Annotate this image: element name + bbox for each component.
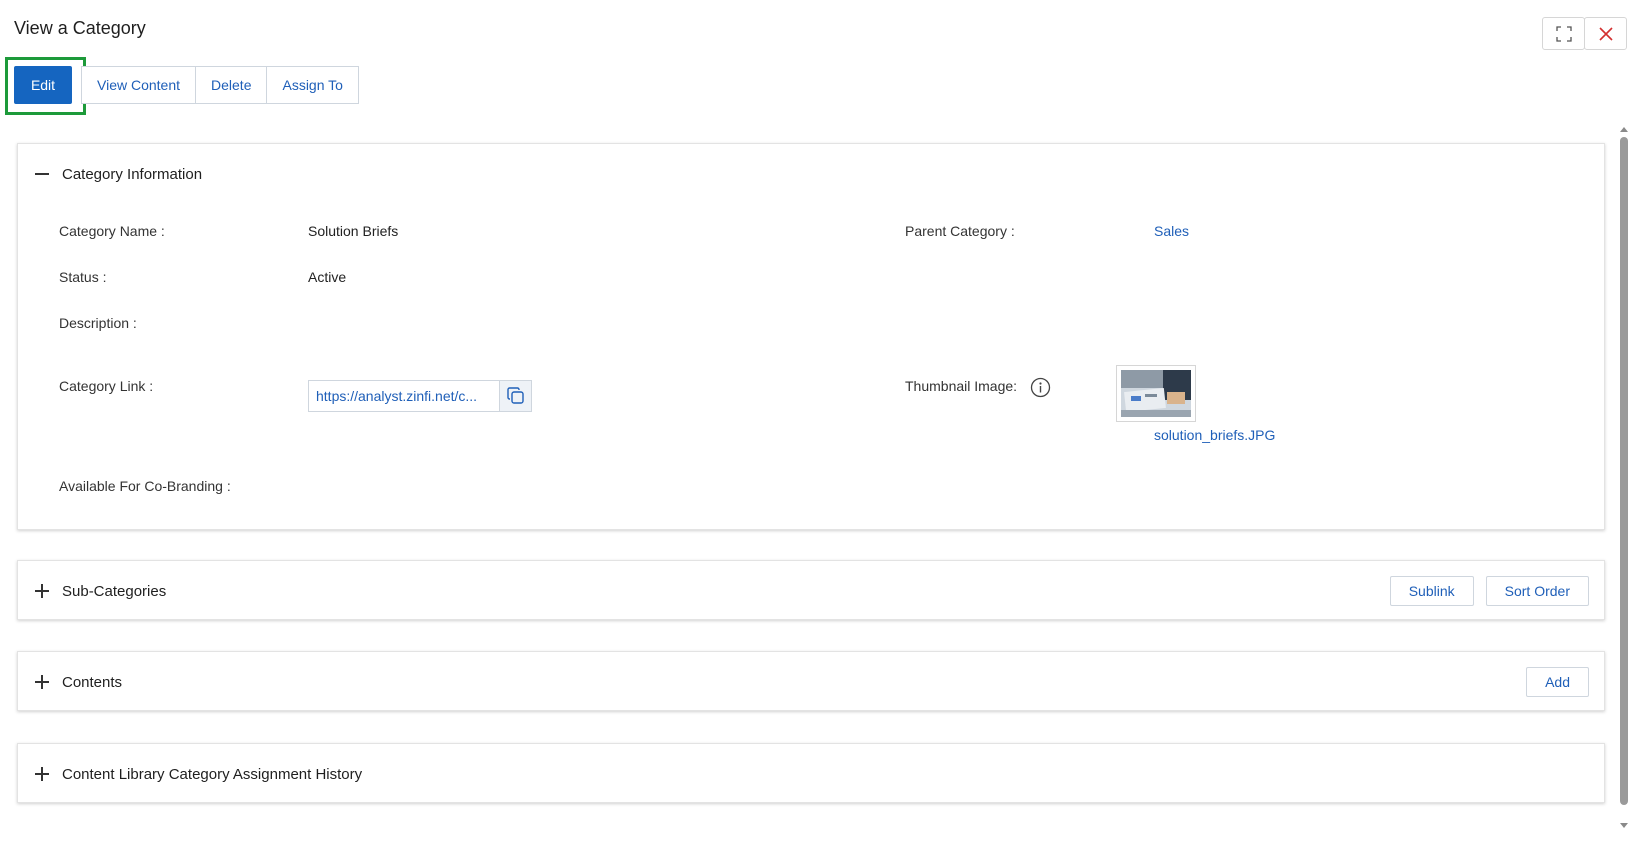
scroll-down-arrow-icon[interactable]: [1620, 823, 1628, 828]
vertical-scrollbar[interactable]: [1617, 125, 1631, 830]
sublink-button[interactable]: Sublink: [1389, 576, 1474, 606]
status-label: Status :: [59, 269, 107, 285]
copy-link-button[interactable]: [499, 381, 531, 411]
assignment-history-header[interactable]: Content Library Category Assignment Hist…: [18, 744, 1604, 804]
assignment-history-title: Content Library Category Assignment Hist…: [62, 765, 363, 783]
category-link-field: https://analyst.zinfi.net/c...: [308, 380, 532, 412]
window-controls: [1542, 17, 1627, 50]
description-label: Description :: [59, 315, 137, 331]
scroll-up-arrow-icon[interactable]: [1620, 127, 1628, 132]
contents-header[interactable]: Contents: [18, 652, 1604, 712]
action-toolbar: Edit View Content Delete Assign To: [14, 66, 359, 104]
expand-plus-icon[interactable]: [34, 766, 50, 782]
close-button[interactable]: [1584, 17, 1627, 50]
category-information-header[interactable]: Category Information: [18, 144, 1604, 204]
category-link-value[interactable]: https://analyst.zinfi.net/c...: [309, 381, 499, 411]
thumbnail-label: Thumbnail Image:: [905, 378, 1018, 394]
sub-categories-panel: Sub-Categories Sublink Sort Order: [17, 560, 1605, 620]
co-branding-label: Available For Co-Branding :: [59, 478, 231, 494]
scroll-thumb[interactable]: [1620, 137, 1628, 805]
add-content-button[interactable]: Add: [1526, 667, 1589, 697]
sort-order-button[interactable]: Sort Order: [1485, 576, 1589, 606]
contents-panel: Contents Add: [17, 651, 1605, 711]
expand-button[interactable]: [1542, 17, 1585, 50]
category-link-label: Category Link :: [59, 378, 154, 394]
expand-plus-icon[interactable]: [34, 674, 50, 690]
delete-button[interactable]: Delete: [195, 66, 268, 104]
assign-to-button[interactable]: Assign To: [266, 66, 359, 104]
view-category-page: View a Category Edit View Content Delete…: [0, 0, 1649, 862]
close-icon: [1598, 26, 1613, 41]
collapse-icon[interactable]: [34, 166, 50, 182]
assignment-history-panel: Content Library Category Assignment Hist…: [17, 743, 1605, 803]
edit-button[interactable]: Edit: [14, 66, 72, 104]
expand-plus-icon[interactable]: [34, 583, 50, 599]
contents-title: Contents: [62, 673, 123, 691]
thumbnail-image[interactable]: [1116, 365, 1196, 422]
thumbnail-picture: [1121, 370, 1191, 417]
contents-actions: Add: [1526, 667, 1589, 697]
parent-category-label: Parent Category :: [905, 223, 1015, 239]
category-name-label: Category Name :: [59, 223, 165, 239]
status-value: Active: [308, 269, 347, 285]
info-icon[interactable]: [1030, 377, 1051, 398]
parent-category-link[interactable]: Sales: [1154, 223, 1189, 239]
sub-categories-actions: Sublink Sort Order: [1389, 576, 1589, 606]
page-title: View a Category: [14, 18, 146, 38]
sub-categories-header[interactable]: Sub-Categories: [18, 561, 1604, 621]
view-content-button[interactable]: View Content: [81, 66, 197, 104]
category-information-title: Category Information: [62, 165, 203, 183]
category-information-panel: Category Information Category Name : Sol…: [17, 143, 1605, 530]
thumbnail-filename-link[interactable]: solution_briefs.JPG: [1154, 427, 1275, 443]
copy-icon: [506, 387, 524, 404]
sub-categories-title: Sub-Categories: [62, 582, 167, 600]
category-name-value: Solution Briefs: [308, 223, 399, 239]
expand-icon: [1555, 25, 1572, 42]
